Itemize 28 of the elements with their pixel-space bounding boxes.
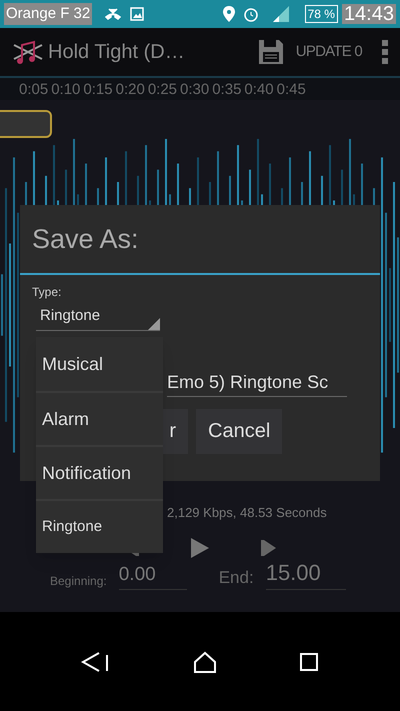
song-title: Hold Tight (D…	[48, 40, 185, 65]
end-label: End:	[218, 566, 254, 588]
audio-info: 2,129 Kbps, 48.53 Seconds	[167, 504, 327, 522]
carrier-text: Orange F 32	[4, 2, 92, 26]
dropdown-item[interactable]: Ringtone	[36, 499, 163, 553]
time-tick: 0:30	[180, 82, 210, 96]
time-tick: 0:35	[212, 82, 242, 96]
dropdown-item[interactable]: Alarm	[36, 391, 163, 445]
time-tick: 0:40	[244, 82, 274, 96]
dialog-button[interactable]: Cancel	[196, 408, 282, 454]
time-tick: 0:45	[276, 82, 306, 96]
filename-field[interactable]: Emo 5) Ringtone Sc	[167, 368, 347, 396]
battery-text: 78 %	[304, 5, 338, 23]
beginning-label: Beginning:	[50, 573, 107, 590]
type-spinner[interactable]: Ringtone	[36, 305, 160, 330]
time-text: 14:43	[342, 4, 396, 24]
dropdown-item[interactable]: Notification	[36, 445, 163, 499]
time-tick: 0:20	[116, 82, 145, 96]
beginning-field[interactable]: 0.00	[118, 560, 187, 590]
time-tick: 0:25	[148, 82, 178, 96]
time-tick: 0:10	[51, 82, 80, 96]
type-label: Type:	[32, 284, 62, 301]
dropdown-item[interactable]: Musical	[36, 337, 163, 391]
time-tick: 0:05	[19, 82, 48, 96]
end-field[interactable]: 15.00	[266, 556, 346, 590]
dialog-title: Save As:	[20, 205, 380, 275]
time-tick: 0:15	[83, 82, 113, 96]
update-button[interactable]: UPDATE 0	[296, 40, 362, 64]
